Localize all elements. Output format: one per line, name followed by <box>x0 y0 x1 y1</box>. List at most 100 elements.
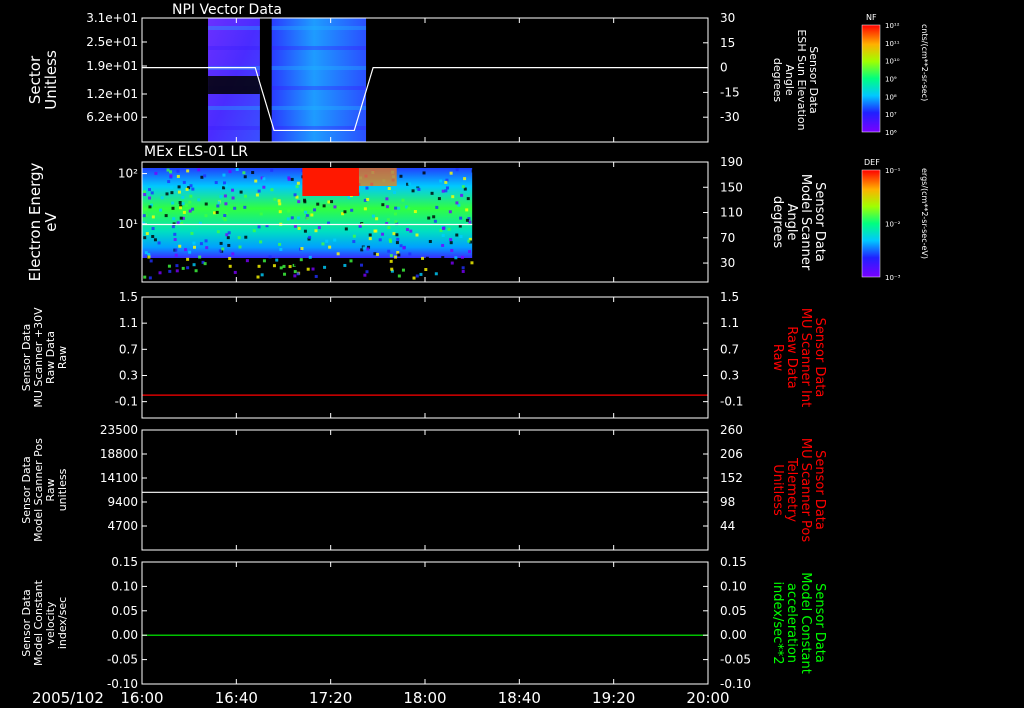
colorbar-title: NF <box>866 13 877 22</box>
heatmap-pixel <box>251 171 255 175</box>
right-axis-label-line: acceleration <box>784 583 799 663</box>
heatmap-pixel <box>413 210 417 214</box>
heatmap-pixel <box>293 274 297 278</box>
heatmap-pixel <box>173 232 177 236</box>
heatmap-pixel <box>175 264 179 268</box>
heatmap-pixel <box>317 226 321 230</box>
heatmap-pixel <box>186 266 190 270</box>
heatmap-pixel <box>252 229 256 233</box>
right-axis-label-line: MU Scanner Int <box>798 308 813 407</box>
heatmap-pixel <box>427 216 431 220</box>
right-y-tick-label: 0.7 <box>720 342 739 356</box>
heatmap-pixel <box>181 195 185 199</box>
heatmap-pixel <box>392 232 396 236</box>
heatmap-pixel <box>174 248 178 252</box>
y-tick-label: 14100 <box>100 471 138 485</box>
heatmap-pixel <box>216 230 220 234</box>
time-tick-label: 18:00 <box>403 689 446 707</box>
heatmap-pixel <box>343 263 347 267</box>
heatmap-pixel <box>151 234 155 238</box>
y-tick-label: 1.2e+01 <box>86 87 138 101</box>
heatmap-pixel <box>451 195 455 199</box>
time-tick-label: 17:20 <box>309 689 352 707</box>
heatmap-pixel <box>142 214 146 218</box>
heatmap-pixel <box>243 175 247 179</box>
heatmap-pixel <box>441 256 445 260</box>
y-tick-label: 10² <box>118 167 138 181</box>
heatmap-pixel <box>450 261 454 265</box>
right-axis-label-line: Angle <box>784 204 799 241</box>
y-tick-label: 0.7 <box>119 342 138 356</box>
heatmap-pixel <box>381 232 385 236</box>
heatmap-pixel <box>411 189 415 193</box>
right-y-tick-label: 0.05 <box>720 604 747 618</box>
heatmap-pixel <box>349 259 353 263</box>
heatmap-block <box>271 18 367 142</box>
heatmap-pixel <box>255 193 259 197</box>
right-y-tick-label: 206 <box>720 447 743 461</box>
heatmap-pixel <box>172 217 176 221</box>
heatmap-pixel <box>460 193 464 197</box>
heatmap-pixel <box>434 272 438 276</box>
heatmap-pixel <box>444 180 448 184</box>
heatmap-pixel <box>327 200 331 204</box>
heatmap-pixel <box>389 239 393 243</box>
right-axis-label-line: Model Scanner <box>798 174 813 271</box>
right-y-tick-label: 0.15 <box>720 555 747 569</box>
heatmap-pixel <box>344 227 348 231</box>
heatmap-pixel <box>239 190 243 194</box>
heatmap-pixel <box>184 203 188 207</box>
heatmap-pixel <box>178 201 182 205</box>
heatmap-pixel <box>306 267 310 271</box>
heatmap-pixel <box>144 207 148 211</box>
right-y-tick-label: 150 <box>720 180 743 194</box>
heatmap-pixel <box>278 210 282 214</box>
left-axis-label: Sensor Data MU Scanner +30V Raw Data Raw <box>20 307 69 408</box>
heatmap-pixel <box>363 207 367 211</box>
heatmap-pixel <box>200 175 204 179</box>
heatmap-pixel <box>398 269 402 273</box>
right-y-tick-label: -15 <box>720 85 740 99</box>
right-axis-label-line: Unitless <box>770 464 785 516</box>
heatmap-pixel <box>244 235 248 239</box>
heatmap-pixel <box>145 232 149 236</box>
heatmap-pixel <box>167 180 171 184</box>
heatmap-pixel <box>227 243 231 247</box>
y-tick-label: 1.9e+01 <box>86 59 138 73</box>
heatmap-pixel <box>295 185 299 189</box>
heatmap-pixel <box>224 202 228 206</box>
right-y-tick-label: 260 <box>720 423 743 437</box>
heatmap-pixel <box>402 246 406 250</box>
heatmap-pixel <box>455 201 459 205</box>
heatmap-pixel <box>223 194 227 198</box>
time-tick-label: 16:00 <box>120 689 163 707</box>
heatmap-pixel <box>159 208 163 212</box>
heatmap-pixel <box>299 258 303 262</box>
heatmap-pixel <box>157 241 161 245</box>
colorbar-swatch <box>861 169 881 278</box>
right-axis-label-line: degrees <box>771 58 784 103</box>
heatmap-pixel <box>228 170 232 174</box>
left-axis-label: Sensor Data Model Constant velocity index/s… <box>20 579 69 666</box>
heatmap-pixel <box>228 256 232 260</box>
heatmap-pixel <box>242 171 246 175</box>
colorbar-tick-label: 10⁻³ <box>885 274 901 282</box>
time-axis-labels: 16:00 16:40 17:20 18:00 18:40 19:20 20:00 <box>120 689 729 707</box>
heatmap-band <box>208 26 260 30</box>
heatmap-pixel <box>444 189 448 193</box>
heatmap-pixel <box>366 198 370 202</box>
colorbar-tick-label: 10⁹ <box>885 76 897 84</box>
heatmap-pixel <box>362 246 366 250</box>
heatmap-pixel <box>178 206 182 210</box>
heatmap-pixel <box>279 266 283 270</box>
heatmap-pixel <box>219 241 223 245</box>
heatmap-pixel <box>204 214 208 218</box>
heatmap-pixel <box>333 205 337 209</box>
y-tick-label: 0.10 <box>111 579 138 593</box>
heatmap-pixel <box>314 229 318 233</box>
right-axis-label-line: index/sec**2 <box>770 581 785 664</box>
y-tick-label: 0.15 <box>111 555 138 569</box>
heatmap-pixel <box>215 268 219 272</box>
heatmap-pixel <box>465 218 469 222</box>
heatmap-pixel <box>300 208 304 212</box>
